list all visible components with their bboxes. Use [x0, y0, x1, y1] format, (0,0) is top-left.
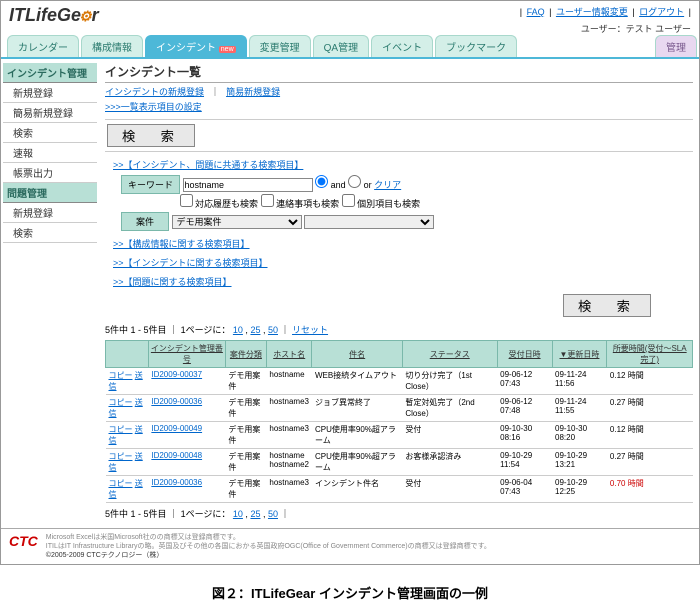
gear-icon: ⚙ [79, 8, 92, 24]
app-logo: ITLifeGe⚙r [9, 5, 99, 26]
col-case[interactable]: 案件分類 [225, 341, 266, 368]
col-status[interactable]: ステータス [402, 341, 497, 368]
tab-incident[interactable]: インシデント new [145, 35, 247, 57]
search-button-top[interactable]: 検 索 [107, 124, 195, 147]
section-config[interactable]: >>【構成情報に関する検索項目】 [113, 237, 250, 250]
sidebar-item-problem-search[interactable]: 検索 [3, 223, 97, 243]
tab-calendar[interactable]: カレンダー [7, 35, 79, 57]
keyword-label: キーワード [121, 175, 180, 194]
page-size-25[interactable]: 25 [250, 325, 260, 335]
copy-link[interactable]: コピー [109, 398, 133, 407]
col-updated[interactable]: ▼更新日時 [552, 341, 607, 368]
col-received[interactable]: 受付日時 [497, 341, 552, 368]
sidebar-head-incident: インシデント管理 [3, 63, 97, 83]
table-row: コピー 送信ID2009-00036デモ用案件hostname3インシデント件名… [106, 476, 693, 503]
ctc-logo: CTC [9, 533, 38, 549]
copy-link[interactable]: コピー [109, 452, 133, 461]
chk-individual[interactable] [342, 194, 355, 207]
tab-event[interactable]: イベント [371, 35, 433, 57]
col-id[interactable]: インシデント管理番号 [148, 341, 225, 368]
easy-new-link[interactable]: 簡易新規登録 [226, 87, 280, 97]
sidebar-item-search[interactable]: 検索 [3, 123, 97, 143]
page-title: インシデント一覧 [105, 63, 693, 83]
tab-bookmark[interactable]: ブックマーク [435, 35, 517, 57]
page-size-50[interactable]: 50 [268, 325, 278, 335]
incident-id-link[interactable]: ID2009-00048 [151, 451, 202, 460]
clear-link[interactable]: クリア [374, 180, 401, 190]
table-row: コピー 送信ID2009-00037デモ用案件hostnameWEB接続タイムア… [106, 368, 693, 395]
logout-link[interactable]: ログアウト [639, 7, 684, 17]
tab-mgmt[interactable]: 管理 [655, 35, 697, 57]
chk-contact[interactable] [261, 194, 274, 207]
copy-link[interactable]: コピー [109, 371, 133, 380]
sidebar-item-report[interactable]: 帳票出力 [3, 163, 97, 183]
case-select[interactable]: デモ用案件 [172, 215, 302, 229]
incident-id-link[interactable]: ID2009-00036 [151, 478, 202, 487]
or-radio[interactable] [348, 175, 361, 188]
new-incident-link[interactable]: インシデントの新規登録 [105, 87, 204, 97]
sidebar: インシデント管理 新規登録 簡易新規登録 検索 速報 帳票出力 問題管理 新規登… [1, 59, 99, 528]
search-button-bottom[interactable]: 検 索 [563, 294, 651, 317]
sidebar-item-problem-new[interactable]: 新規登録 [3, 203, 97, 223]
chk-history[interactable] [180, 194, 193, 207]
incident-id-link[interactable]: ID2009-00037 [151, 370, 202, 379]
col-action [106, 341, 149, 368]
col-subject[interactable]: 件名 [312, 341, 402, 368]
col-duration[interactable]: 所要時間(受付～SLA完了) [607, 341, 693, 368]
figure-caption: 図２：ITLifeGear インシデント管理画面の一例 [0, 583, 700, 602]
tab-config[interactable]: 構成情報 [81, 35, 143, 57]
display-setting-link[interactable]: >>>一覧表示項目の設定 [105, 102, 202, 112]
table-row: コピー 送信ID2009-00036デモ用案件hostname3ジョブ異常終了暫… [106, 395, 693, 422]
sidebar-item-new[interactable]: 新規登録 [3, 83, 97, 103]
paging-count: 5件中 1 - 5件目 [105, 325, 167, 335]
incident-table: インシデント管理番号 案件分類 ホスト名 件名 ステータス 受付日時 ▼更新日時… [105, 340, 693, 503]
section-problem[interactable]: >>【問題に関する検索項目】 [113, 275, 232, 288]
page-size-10[interactable]: 10 [233, 325, 243, 335]
page-size-10-b[interactable]: 10 [233, 509, 243, 519]
current-user: ユーザー：テスト ユーザー [520, 22, 691, 35]
copy-link[interactable]: コピー [109, 479, 133, 488]
sidebar-head-problem: 問題管理 [3, 183, 97, 203]
section-incident[interactable]: >>【インシデントに関する検索項目】 [113, 256, 268, 269]
tab-qa[interactable]: QA管理 [313, 35, 369, 57]
paging-count-bottom: 5件中 1 - 5件目 [105, 509, 167, 519]
table-row: コピー 送信ID2009-00049デモ用案件hostname3CPU使用率90… [106, 422, 693, 449]
tab-change[interactable]: 変更管理 [249, 35, 311, 57]
section-common[interactable]: >>【インシデント、問題に共通する検索項目】 [113, 158, 303, 171]
col-host[interactable]: ホスト名 [266, 341, 312, 368]
sidebar-item-flash[interactable]: 速報 [3, 143, 97, 163]
user-edit-link[interactable]: ユーザー情報変更 [556, 7, 628, 17]
sidebar-item-easy-new[interactable]: 簡易新規登録 [3, 103, 97, 123]
and-radio[interactable] [315, 175, 328, 188]
faq-link[interactable]: FAQ [527, 7, 545, 17]
incident-id-link[interactable]: ID2009-00049 [151, 424, 202, 433]
case-select-2[interactable] [304, 215, 434, 229]
case-label: 案件 [121, 212, 169, 231]
page-size-25-b[interactable]: 25 [250, 509, 260, 519]
page-size-50-b[interactable]: 50 [268, 509, 278, 519]
table-row: コピー 送信ID2009-00048デモ用案件hostnamehostname2… [106, 449, 693, 476]
incident-id-link[interactable]: ID2009-00036 [151, 397, 202, 406]
copy-link[interactable]: コピー [109, 425, 133, 434]
main-tabs: カレンダー 構成情報 インシデント new 変更管理 QA管理 イベント ブック… [1, 35, 699, 59]
keyword-input[interactable] [183, 178, 313, 192]
reset-link[interactable]: リセット [292, 325, 328, 335]
